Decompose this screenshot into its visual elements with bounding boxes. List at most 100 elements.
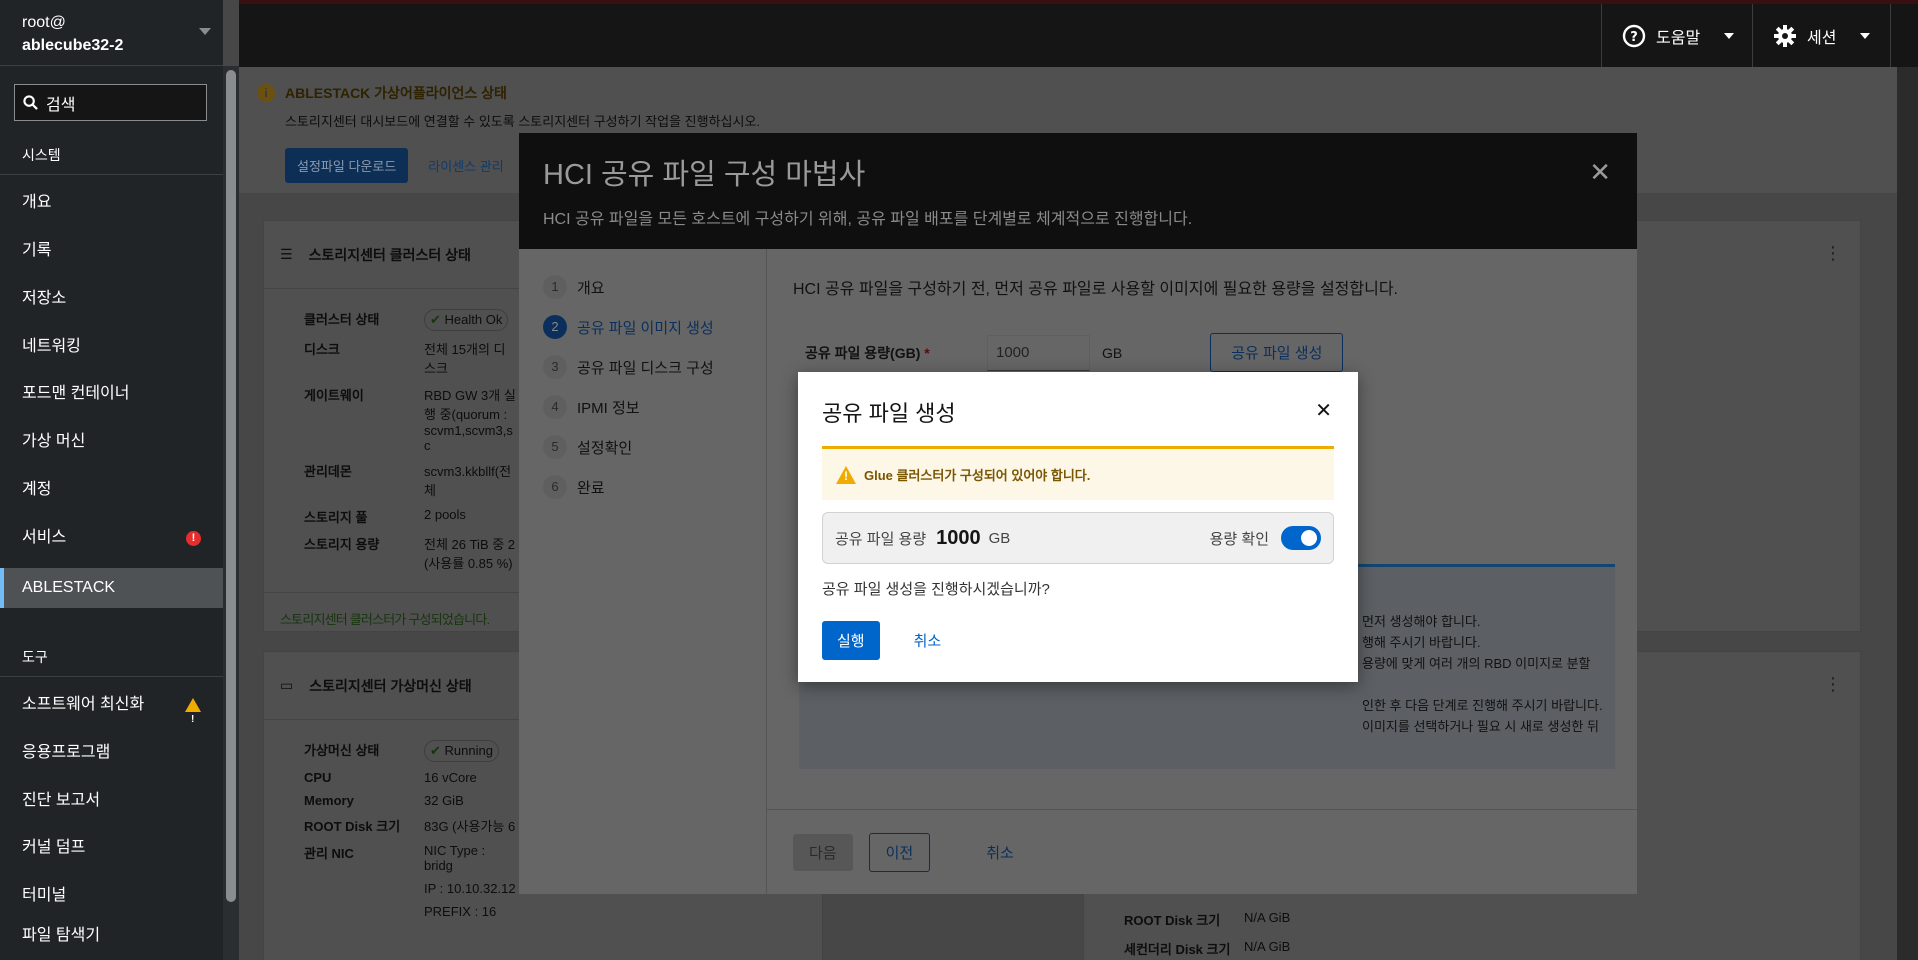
status-text: Running (444, 743, 493, 758)
row-key (304, 881, 424, 896)
info-line: 이미지를 선택하거나 필요 시 새로 생성한 뒤 (1362, 719, 1599, 734)
topbar: ? 도움말 세션 (239, 0, 1918, 67)
cancel-button[interactable]: 취소 (914, 630, 942, 651)
step-disk-config[interactable]: 3 공유 파일 디스크 구성 (543, 347, 742, 387)
confirm-size-toggle[interactable] (1281, 526, 1321, 550)
page-scroll-track[interactable] (1897, 67, 1918, 960)
size-label: 공유 파일 용량 (835, 530, 927, 548)
sidebar-scrollbar[interactable] (226, 70, 236, 902)
close-icon[interactable]: ✕ (1589, 157, 1611, 188)
monitor-icon: ▭ (280, 677, 294, 693)
row-key: 스토리지 풀 (304, 510, 368, 525)
caret-down-icon (1724, 32, 1735, 39)
sidebar-item-label: 가상 머신 (22, 433, 86, 450)
dialog-title: 공유 파일 생성 (822, 401, 956, 426)
row-value: 전체 26 TiB 중 2 (사용률 0.85 %) (424, 537, 516, 571)
session-menu[interactable]: 세션 (1752, 4, 1892, 67)
wizard-steps: 1 개요 2 공유 파일 이미지 생성 3 공유 파일 디스크 구성 4 IPMI 정보… (519, 249, 767, 894)
row-value: scvm3.kkbllf(전체 (424, 464, 512, 498)
help-label: 도움말 (1656, 29, 1701, 47)
gear-icon (1774, 24, 1796, 47)
step-label: 설정확인 (577, 439, 633, 457)
step-ipmi[interactable]: 4 IPMI 정보 (543, 387, 742, 427)
section-system: 시스템 (0, 135, 223, 175)
sidebar-item-label: 계정 (22, 481, 52, 498)
sidebar-item-kdump[interactable]: 커널 덤프 (0, 828, 223, 868)
card-title: 스토리지센터 가상머신 상태 (309, 677, 472, 694)
download-config-button[interactable]: 설정파일 다운로드 (285, 148, 409, 183)
row-key: CPU (304, 770, 332, 785)
help-menu[interactable]: ? 도움말 (1601, 4, 1754, 67)
wizard-footer: 다음 이전 취소 (767, 809, 1637, 894)
sidebar-item-services[interactable]: 서비스! (0, 518, 223, 558)
sidebar-item-label: 파일 탐색기 (22, 927, 101, 944)
step-number: 6 (543, 475, 567, 499)
size-input[interactable]: 1000 (987, 334, 1090, 371)
size-summary: 공유 파일 용량 1000 GB 용량 확인 (822, 512, 1334, 564)
close-icon[interactable]: ✕ (1315, 398, 1332, 423)
sidebar-item-logs[interactable]: 기록 (0, 231, 223, 271)
card-title: 스토리지센터 클러스터 상태 (308, 246, 471, 263)
sidebar-item-label: 진단 보고서 (22, 792, 101, 809)
size-value: 1000 (936, 526, 981, 549)
row-value: 16 vCore (424, 770, 477, 785)
kebab-menu-icon[interactable]: ⋮ (1824, 243, 1842, 264)
step-label: 공유 파일 디스크 구성 (577, 359, 714, 377)
step-image-create[interactable]: 2 공유 파일 이미지 생성 (543, 307, 742, 347)
step-overview[interactable]: 1 개요 (543, 267, 742, 307)
check-icon: ✔ (430, 312, 441, 327)
sidebar: root@ ablecube32-2 검색 시스템 개요 기록 저장소 네트워킹… (0, 0, 223, 960)
info-line: 행해 주시기 바랍니다. (1362, 635, 1481, 650)
info-icon: i (257, 84, 275, 102)
wizard-title: HCI 공유 파일 구성 마법사 (543, 159, 866, 191)
info-line: 용량에 맞게 여러 개의 RBD 이미지로 분할 (1362, 656, 1591, 671)
row-key: 클러스터 상태 (304, 312, 380, 327)
svg-text:?: ? (1630, 30, 1638, 45)
sidebar-item-file-browser[interactable]: 파일 탐색기 (0, 916, 223, 956)
sidebar-item-accounts[interactable]: 계정 (0, 470, 223, 510)
sidebar-item-label: 포드맨 컨테이너 (22, 385, 130, 402)
sidebar-item-vms[interactable]: 가상 머신 (0, 422, 223, 462)
wizard-header: HCI 공유 파일 구성 마법사 HCI 공유 파일을 모든 호스트에 구성하기… (519, 133, 1637, 249)
sidebar-item-podman[interactable]: 포드맨 컨테이너 (0, 374, 223, 414)
create-shared-file-button[interactable]: 공유 파일 생성 (1210, 333, 1344, 372)
next-button[interactable]: 다음 (793, 833, 853, 871)
step-label: IPMI 정보 (577, 399, 640, 417)
row-value: PREFIX : 16 (424, 904, 497, 919)
step-finish[interactable]: 6 완료 (543, 467, 742, 507)
alert-body: 스토리지센터 대시보드에 연결할 수 있도록 스토리지센터 구성하기 작업을 진… (285, 114, 761, 129)
confirm-question: 공유 파일 생성을 진행하시겠습니까? (822, 581, 1050, 598)
run-button[interactable]: 실행 (822, 621, 880, 660)
row-key: Memory (304, 793, 354, 808)
session-label: 세션 (1807, 29, 1837, 47)
row-key: 디스크 (304, 342, 340, 357)
wizard-cancel-button[interactable]: 취소 (986, 842, 1014, 863)
cluster-icon: ☰ (280, 246, 293, 262)
sidebar-item-label: 개요 (22, 194, 52, 211)
sidebar-item-software-update[interactable]: 소프트웨어 최신화 (0, 685, 223, 740)
license-link[interactable]: 라이센스 관리 (428, 156, 503, 175)
sidebar-item-storage[interactable]: 저장소 (0, 279, 223, 319)
sidebar-item-terminal[interactable]: 터미널 (0, 876, 223, 916)
sidebar-item-networking[interactable]: 네트워킹 (0, 327, 223, 367)
back-button[interactable]: 이전 (868, 832, 931, 872)
kebab-menu-icon[interactable]: ⋮ (1824, 674, 1842, 695)
search-input[interactable]: 검색 (14, 84, 207, 121)
wizard-intro: HCI 공유 파일을 구성하기 전, 먼저 공유 파일로 사용할 이미지에 필요… (793, 281, 1398, 298)
row-key: 게이트웨이 (304, 388, 364, 403)
user-menu[interactable]: root@ ablecube32-2 (0, 0, 223, 66)
sidebar-item-label: 서비스 (22, 529, 67, 546)
step-review[interactable]: 5 설정확인 (543, 427, 742, 467)
size-label: 공유 파일 용량(GB) * (805, 343, 975, 363)
row-value: 32 GiB (424, 793, 464, 808)
row-value: NIC Type : bridg (424, 843, 486, 873)
row-key: 관리데몬 (304, 464, 352, 479)
sidebar-item-diagnostics[interactable]: 진단 보고서 (0, 781, 223, 821)
sidebar-item-applications[interactable]: 응용프로그램 (0, 733, 223, 773)
step-number: 5 (543, 435, 567, 459)
sidebar-item-overview[interactable]: 개요 (0, 183, 223, 223)
section-tools: 도구 (0, 637, 223, 677)
sidebar-item-ablestack[interactable]: ABLESTACK (0, 568, 223, 608)
sidebar-item-label: 터미널 (22, 887, 67, 904)
sidebar-item-label: 소프트웨어 최신화 (22, 696, 145, 713)
